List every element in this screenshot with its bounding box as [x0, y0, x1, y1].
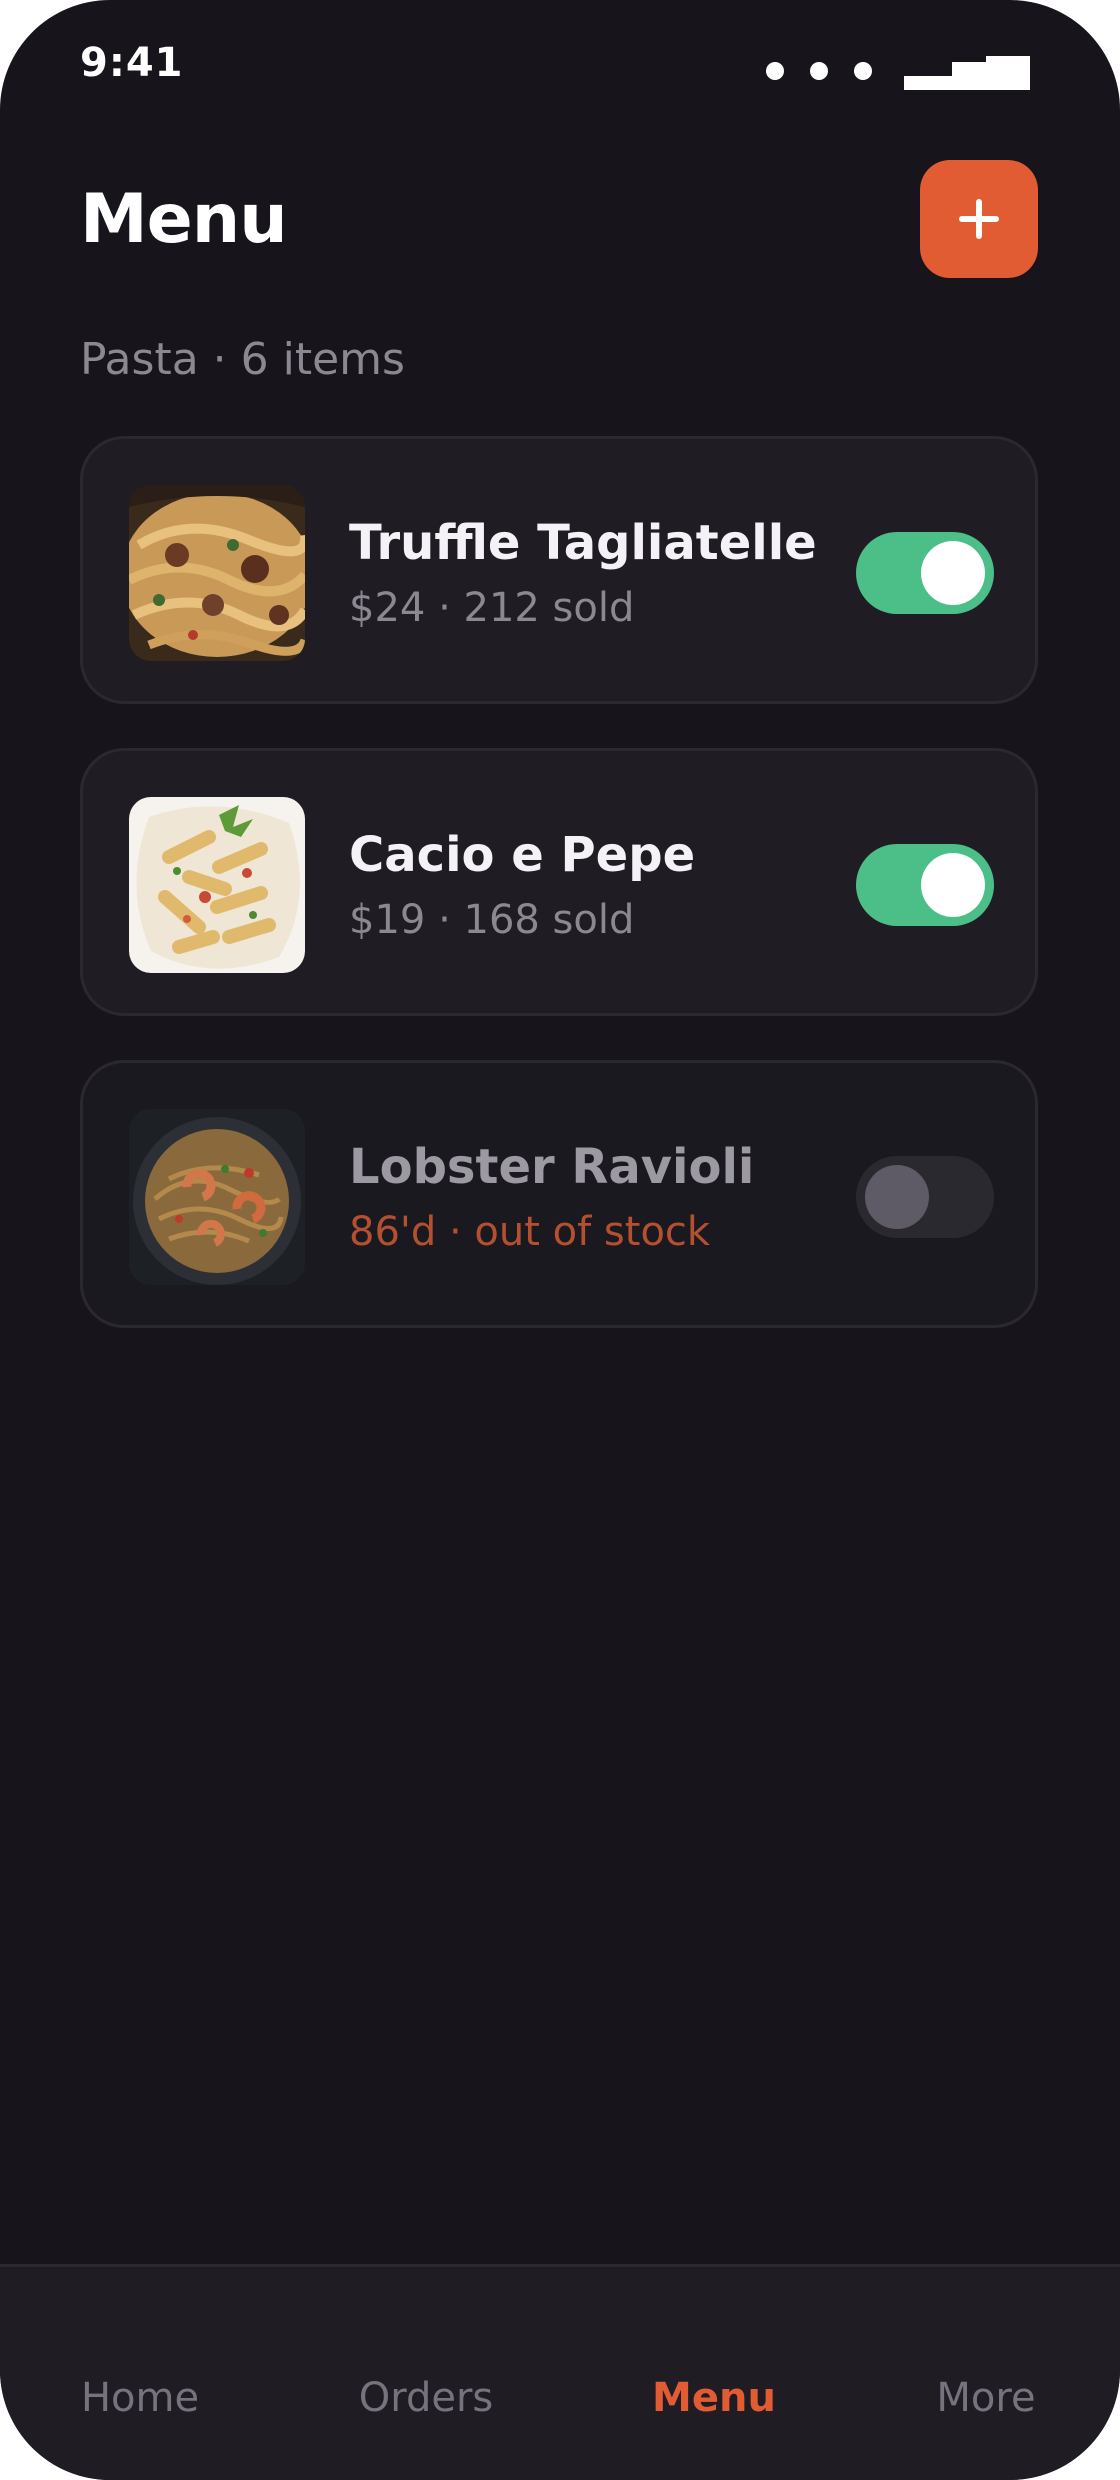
status-time: 9:41 — [80, 40, 184, 86]
page-title: Menu — [80, 180, 288, 259]
item-name: Cacio e Pepe — [349, 827, 696, 883]
category-subheading: Pasta · 6 items — [80, 334, 405, 385]
battery-icon — [904, 52, 1030, 90]
item-meta: $19 · 168 sold — [349, 897, 635, 943]
plus-icon — [959, 199, 999, 239]
tab-more[interactable]: More — [886, 2375, 1086, 2421]
add-item-button[interactable] — [920, 160, 1038, 278]
item-meta: 86'd · out of stock — [349, 1209, 711, 1255]
item-name: Truffle Tagliatelle — [349, 515, 817, 571]
signal-dot-icon — [810, 62, 828, 80]
signal-dot-icon — [766, 62, 784, 80]
tab-menu[interactable]: Menu — [614, 2375, 814, 2421]
tab-bar: Home Orders Menu More — [0, 2264, 1120, 2480]
signal-dot-icon — [854, 62, 872, 80]
tab-orders[interactable]: Orders — [326, 2375, 526, 2421]
tagliatelle-dish-photo — [129, 485, 305, 661]
status-icons — [766, 52, 1030, 90]
menu-item-card[interactable]: Cacio e Pepe $19 · 168 sold — [80, 748, 1038, 1016]
tab-home[interactable]: Home — [40, 2375, 240, 2421]
availability-toggle[interactable] — [856, 532, 994, 614]
availability-toggle[interactable] — [856, 844, 994, 926]
menu-item-card[interactable]: Truffle Tagliatelle $24 · 212 sold — [80, 436, 1038, 704]
phone-screen: 9:41 Menu Pasta · 6 items Truffle Taglia… — [0, 0, 1120, 2480]
status-bar: 9:41 — [0, 0, 1120, 140]
availability-toggle[interactable] — [856, 1156, 994, 1238]
seafood-pasta-photo — [129, 1109, 305, 1285]
menu-item-card[interactable]: Lobster Ravioli 86'd · out of stock — [80, 1060, 1038, 1328]
penne-dish-photo — [129, 797, 305, 973]
item-meta: $24 · 212 sold — [349, 585, 635, 631]
item-name: Lobster Ravioli — [349, 1139, 755, 1195]
